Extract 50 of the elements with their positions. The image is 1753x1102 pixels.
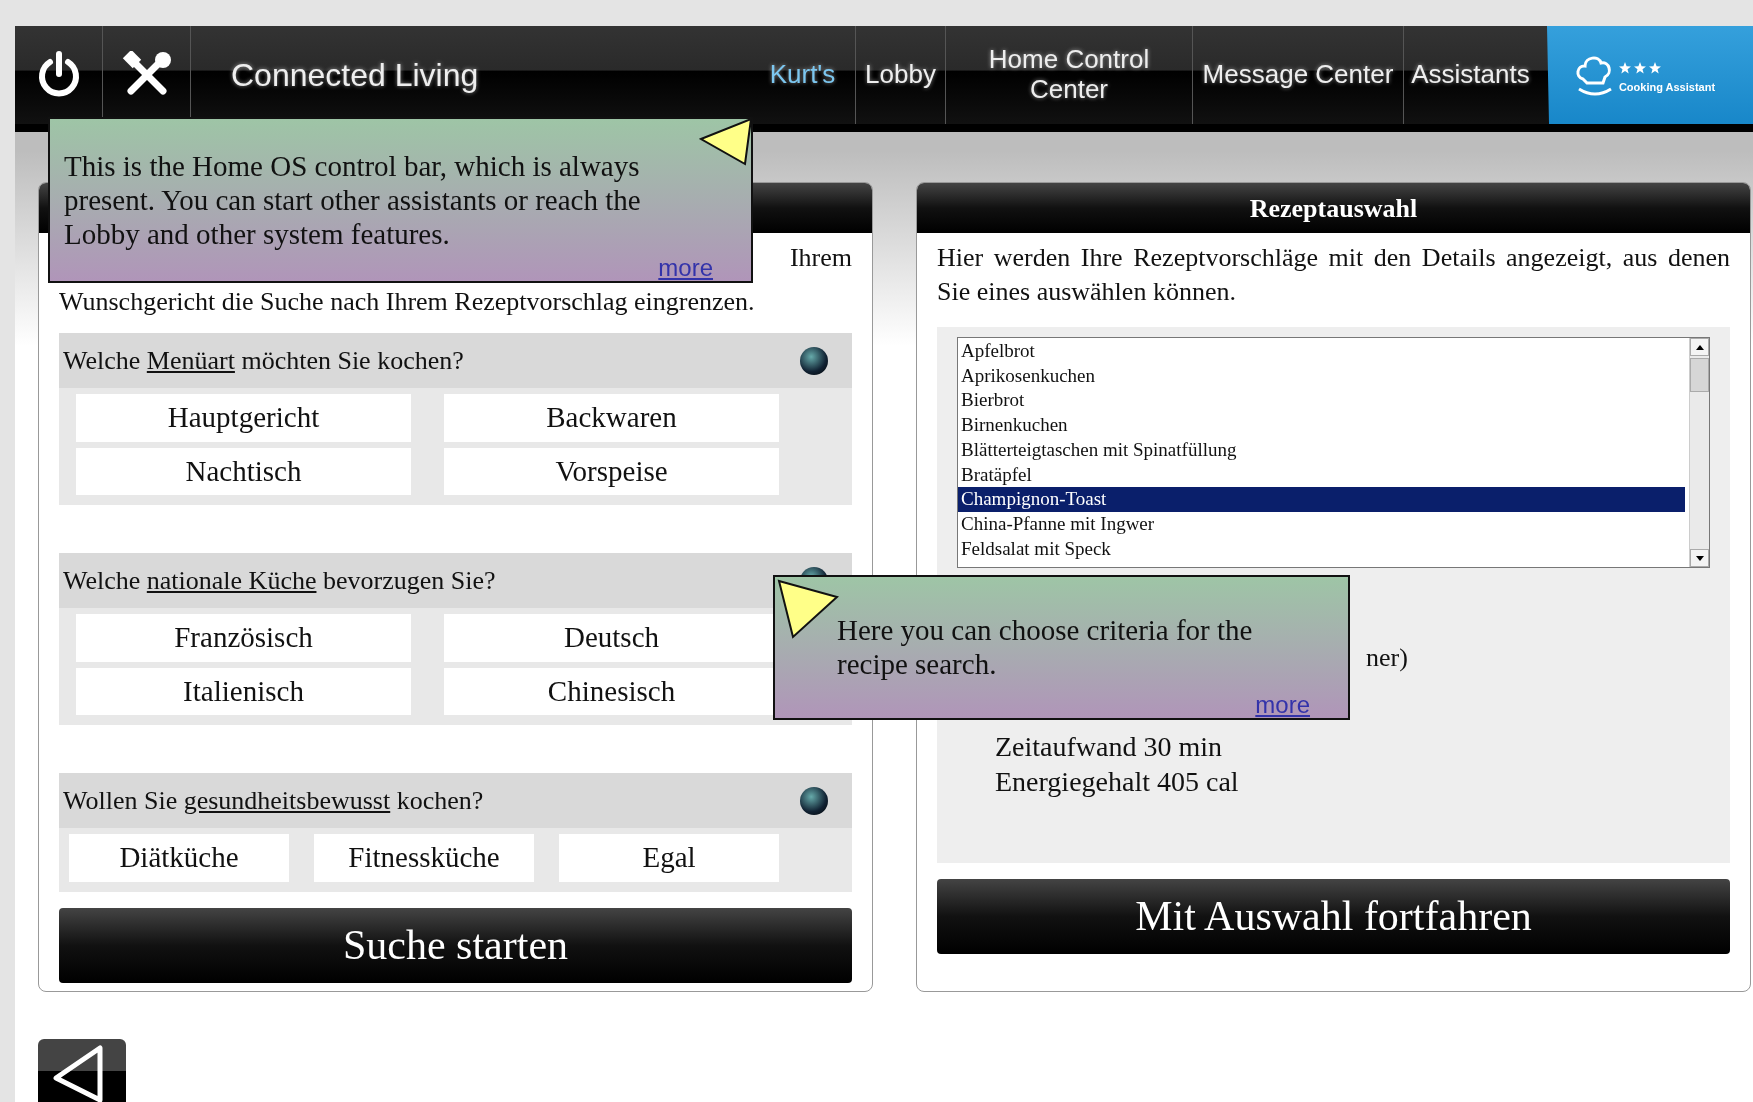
- down-arrow-icon[interactable]: [1695, 555, 1704, 561]
- option-button[interactable]: Italienisch: [76, 667, 411, 715]
- nav-tab[interactable]: Assistants: [1403, 26, 1537, 124]
- up-arrow-icon[interactable]: [1695, 344, 1704, 350]
- option-button[interactable]: Diätküche: [69, 834, 289, 882]
- list-item[interactable]: China-Pfanne mit Ingwer: [958, 511, 1685, 537]
- question-text: Welche Menüart möchten Sie kochen?: [63, 345, 464, 377]
- tooltip-text: Here you can choose criteria for the recipe search.: [837, 613, 1254, 681]
- list-item[interactable]: Aprikosenkuchen: [958, 363, 1685, 389]
- detail-text: Energiegehalt 405 cal: [995, 766, 1239, 797]
- info-icon[interactable]: [800, 346, 828, 375]
- option-button[interactable]: Fitnessküche: [314, 834, 534, 882]
- info-icon[interactable]: [800, 786, 828, 815]
- intro-text: Wunschgericht die Suche nach Ihrem Rezeptvorschlag eingrenzen.: [59, 287, 755, 316]
- nav-tab[interactable]: Home Control Center: [945, 26, 1192, 124]
- question-text: Welche nationale Küche bevorzugen Sie?: [63, 565, 496, 597]
- list-item[interactable]: Blätterteigtaschen mit Spinatfüllung: [958, 437, 1685, 463]
- list-item[interactable]: Bratäpfel: [958, 462, 1685, 488]
- question-text: Wollen Sie gesundheitsbewusst kochen?: [63, 785, 484, 817]
- continue-button[interactable]: Mit Auswahl fortfahren: [937, 879, 1730, 954]
- list-item[interactable]: Apfelbrot: [958, 339, 1685, 364]
- scroll-thumb[interactable]: [1690, 358, 1709, 392]
- recipe-list[interactable]: Apfelbrot Aprikosenkuchen Bierbrot Birnenkuchen Blätterteigtaschen mit Spinatfüllung Bratäpfel Champignon-Toast China-Pfanne mit Ingwer Feldsalat mit Speck: [957, 337, 1710, 568]
- tooltip-text: This is the Home OS control bar, which is always present. You can start other assistants or reach the Lobby and other system features.: [64, 149, 642, 251]
- detail-text: Zeitaufwand 30 min: [995, 731, 1223, 762]
- list-item[interactable]: Bierbrot: [958, 388, 1685, 414]
- intro-text: Hier werden Ihre Rezeptvorschläge mit den Details angezeigt, aus denen Sie eines auswählen können.: [937, 242, 1730, 308]
- list-item[interactable]: Feldsalat mit Speck: [958, 536, 1685, 562]
- list-item[interactable]: Birnenkuchen: [958, 413, 1685, 438]
- panel-title: Rezeptauswahl: [917, 183, 1750, 233]
- nav-tab[interactable]: Kurt's: [750, 26, 855, 124]
- option-button[interactable]: Nachtisch: [76, 447, 411, 495]
- detail-text: ner): [1366, 643, 1408, 672]
- option-button[interactable]: Vorspeise: [444, 447, 779, 495]
- option-button[interactable]: Hauptgericht: [76, 394, 411, 442]
- nav-tab[interactable]: Lobby: [855, 26, 945, 124]
- list-item[interactable]: Champignon-Toast: [958, 487, 1685, 512]
- search-button[interactable]: Suche starten: [59, 907, 852, 983]
- back-button[interactable]: [38, 1039, 126, 1102]
- option-button[interactable]: Französisch: [76, 614, 411, 662]
- app-title: Connected Living: [230, 56, 480, 95]
- nav-tab[interactable]: Message Center: [1192, 26, 1403, 124]
- option-button[interactable]: Egal: [559, 834, 779, 882]
- stars-icon: [1618, 61, 1661, 74]
- pointer-icon: [777, 579, 839, 639]
- option-button[interactable]: Backwaren: [444, 394, 779, 442]
- more-link[interactable]: more: [1255, 692, 1310, 718]
- intro-text: Ihrem: [789, 243, 852, 272]
- more-link[interactable]: more: [658, 255, 713, 281]
- scrollbar[interactable]: [1689, 338, 1709, 567]
